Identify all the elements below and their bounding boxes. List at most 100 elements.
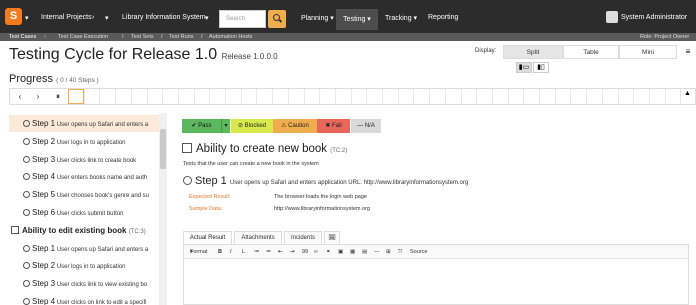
progress-step-cell[interactable] bbox=[382, 89, 398, 104]
menu-icon[interactable]: ≡ bbox=[680, 45, 696, 59]
display-table-button[interactable]: Table bbox=[563, 45, 619, 59]
step-radio[interactable] bbox=[23, 191, 30, 199]
step-radio[interactable] bbox=[23, 262, 30, 270]
subnav-automation-hosts[interactable]: Automation Hosts bbox=[209, 33, 252, 41]
image-icon[interactable]: ▣ bbox=[338, 245, 343, 259]
previous-step-icon[interactable]: ‹ bbox=[12, 89, 28, 104]
step-row[interactable]: Step 4 User enters books name and auth bbox=[9, 168, 159, 185]
subnav-test-cases[interactable]: Test Cases bbox=[9, 33, 36, 41]
progress-step-cell[interactable] bbox=[68, 89, 84, 104]
pass-button[interactable]: ✔ Pass bbox=[182, 119, 221, 133]
progress-step-cell[interactable] bbox=[146, 89, 163, 104]
step-row[interactable]: Step 6 User clicks submit button bbox=[9, 204, 159, 221]
progress-step-cell[interactable] bbox=[397, 89, 414, 104]
nav-item-testing[interactable]: Testing ▾ bbox=[336, 9, 378, 30]
progress-step-cell[interactable] bbox=[193, 89, 210, 104]
progress-step-cell[interactable] bbox=[115, 89, 131, 104]
tab-actual-result[interactable]: Actual Result bbox=[183, 231, 232, 244]
pass-dropdown-button[interactable]: ▾ bbox=[221, 119, 230, 133]
bullet-list-icon[interactable]: ≕ bbox=[266, 245, 272, 259]
step-row[interactable]: Step 5 User chooses book's genre and su bbox=[9, 186, 159, 203]
table-icon[interactable]: ▦ bbox=[350, 245, 355, 259]
nav-item-reporting[interactable]: Reporting bbox=[428, 14, 458, 21]
progress-step-cell[interactable] bbox=[601, 89, 618, 104]
tab-incidents[interactable]: Incidents bbox=[284, 231, 322, 244]
progress-step-cell[interactable] bbox=[507, 89, 524, 104]
scrollbar-thumb[interactable] bbox=[160, 129, 166, 169]
next-step-icon[interactable]: › bbox=[30, 89, 46, 104]
numbered-list-icon[interactable]: ≔ bbox=[254, 245, 260, 259]
pause-icon[interactable]: ⏸ bbox=[50, 89, 66, 104]
progress-step-cell[interactable] bbox=[350, 89, 367, 104]
progress-step-cell[interactable] bbox=[570, 89, 586, 104]
caution-button[interactable]: ⚠ Caution bbox=[273, 119, 317, 133]
progress-step-cell[interactable] bbox=[413, 89, 429, 104]
step-radio[interactable] bbox=[23, 137, 30, 145]
progress-step-cell[interactable] bbox=[366, 89, 382, 104]
progress-step-cell[interactable] bbox=[334, 89, 351, 104]
blockquote-icon[interactable]: 99 bbox=[302, 245, 308, 259]
subnav-test-sets[interactable]: Test Sets bbox=[131, 33, 154, 41]
collapse-icon[interactable]: ▲ bbox=[684, 90, 691, 97]
progress-step-cell[interactable] bbox=[272, 89, 288, 104]
nav-item-library-information-system[interactable]: Library Information System bbox=[122, 14, 206, 21]
step-radio[interactable] bbox=[23, 155, 30, 163]
progress-step-cell[interactable] bbox=[476, 89, 492, 104]
search-icon[interactable] bbox=[268, 10, 286, 28]
step-radio[interactable] bbox=[23, 120, 30, 127]
source-button[interactable]: Source bbox=[410, 245, 427, 259]
progress-step-cell[interactable] bbox=[633, 89, 649, 104]
progress-step-cell[interactable] bbox=[460, 89, 477, 104]
progress-step-cell[interactable] bbox=[554, 89, 571, 104]
progress-step-cell[interactable] bbox=[83, 89, 100, 104]
user-menu[interactable]: System Administrator bbox=[621, 14, 687, 21]
na-button[interactable]: — N/A bbox=[351, 119, 381, 133]
progress-step-cell[interactable] bbox=[209, 89, 225, 104]
display-split-button[interactable]: Split bbox=[503, 45, 563, 59]
layout-split-horizontal-button[interactable]: ▮▯ bbox=[533, 62, 549, 73]
search-input[interactable]: Search bbox=[219, 10, 266, 28]
case-checkbox[interactable] bbox=[182, 143, 192, 153]
step-radio[interactable] bbox=[23, 280, 30, 288]
chevron-down-icon[interactable]: ▾ bbox=[25, 14, 29, 22]
fail-button[interactable]: ✖ Fail bbox=[317, 119, 350, 133]
strikethrough-icon[interactable]: I̶ bbox=[242, 245, 244, 259]
progress-step-cell[interactable] bbox=[491, 89, 508, 104]
step-radio[interactable] bbox=[23, 244, 30, 252]
step-radio[interactable] bbox=[23, 173, 30, 181]
case-checkbox[interactable] bbox=[11, 225, 19, 234]
step-row[interactable]: Step 3 User clicks link to create book bbox=[9, 151, 159, 168]
nav-item-internal-projects[interactable]: Internal Projects bbox=[41, 14, 92, 21]
progress-step-cell[interactable] bbox=[177, 89, 194, 104]
subnav-test-runs[interactable]: Test Runs bbox=[169, 33, 193, 41]
step-radio[interactable] bbox=[183, 176, 192, 185]
progress-step-cell[interactable] bbox=[523, 89, 539, 104]
progress-step-cell[interactable] bbox=[617, 89, 634, 104]
progress-step-cell[interactable] bbox=[240, 89, 257, 104]
progress-step-cell[interactable] bbox=[319, 89, 335, 104]
step-row[interactable]: Step 2 User logs in to application bbox=[9, 257, 159, 274]
progress-step-cell[interactable] bbox=[225, 89, 241, 104]
progress-step-cell[interactable] bbox=[539, 89, 555, 104]
subnav-test-case-execution[interactable]: Test Case Execution bbox=[58, 33, 108, 41]
layout-split-vertical-button[interactable]: ▮▭ bbox=[516, 62, 532, 73]
user-avatar[interactable] bbox=[606, 11, 618, 23]
step-radio[interactable] bbox=[23, 209, 30, 216]
chevron-down-icon[interactable]: ▾ bbox=[105, 14, 109, 22]
progress-step-cell[interactable] bbox=[586, 89, 602, 104]
nav-item-tracking[interactable]: Tracking ▾ bbox=[385, 14, 417, 22]
progress-step-cell[interactable] bbox=[664, 89, 681, 104]
indent-icon[interactable]: ⇥ bbox=[290, 245, 295, 259]
italic-icon[interactable]: I bbox=[230, 245, 232, 259]
horizontal-rule-icon[interactable]: ▤ bbox=[362, 245, 367, 259]
outdent-icon[interactable]: ⇤ bbox=[278, 245, 283, 259]
display-mini-button[interactable]: Mini bbox=[619, 45, 677, 59]
special-char-icon[interactable]: ⊞ bbox=[386, 245, 391, 259]
actual-result-editor[interactable]: Format ▾ B I I̶ ≔ ≕ ⇤ ⇥ 99 ∞ ⚭ ▣ ▦ ▤ — ⊞ ⤧ Source bbox=[183, 244, 689, 305]
progress-step-cell[interactable] bbox=[99, 89, 115, 104]
progress-step-cell[interactable] bbox=[256, 89, 272, 104]
progress-step-cell[interactable] bbox=[287, 89, 304, 104]
step-row[interactable]: Step 3 User clicks link to view existing… bbox=[9, 275, 159, 292]
bold-icon[interactable]: B bbox=[218, 245, 222, 259]
unlink-icon[interactable]: ⚭ bbox=[326, 245, 331, 259]
